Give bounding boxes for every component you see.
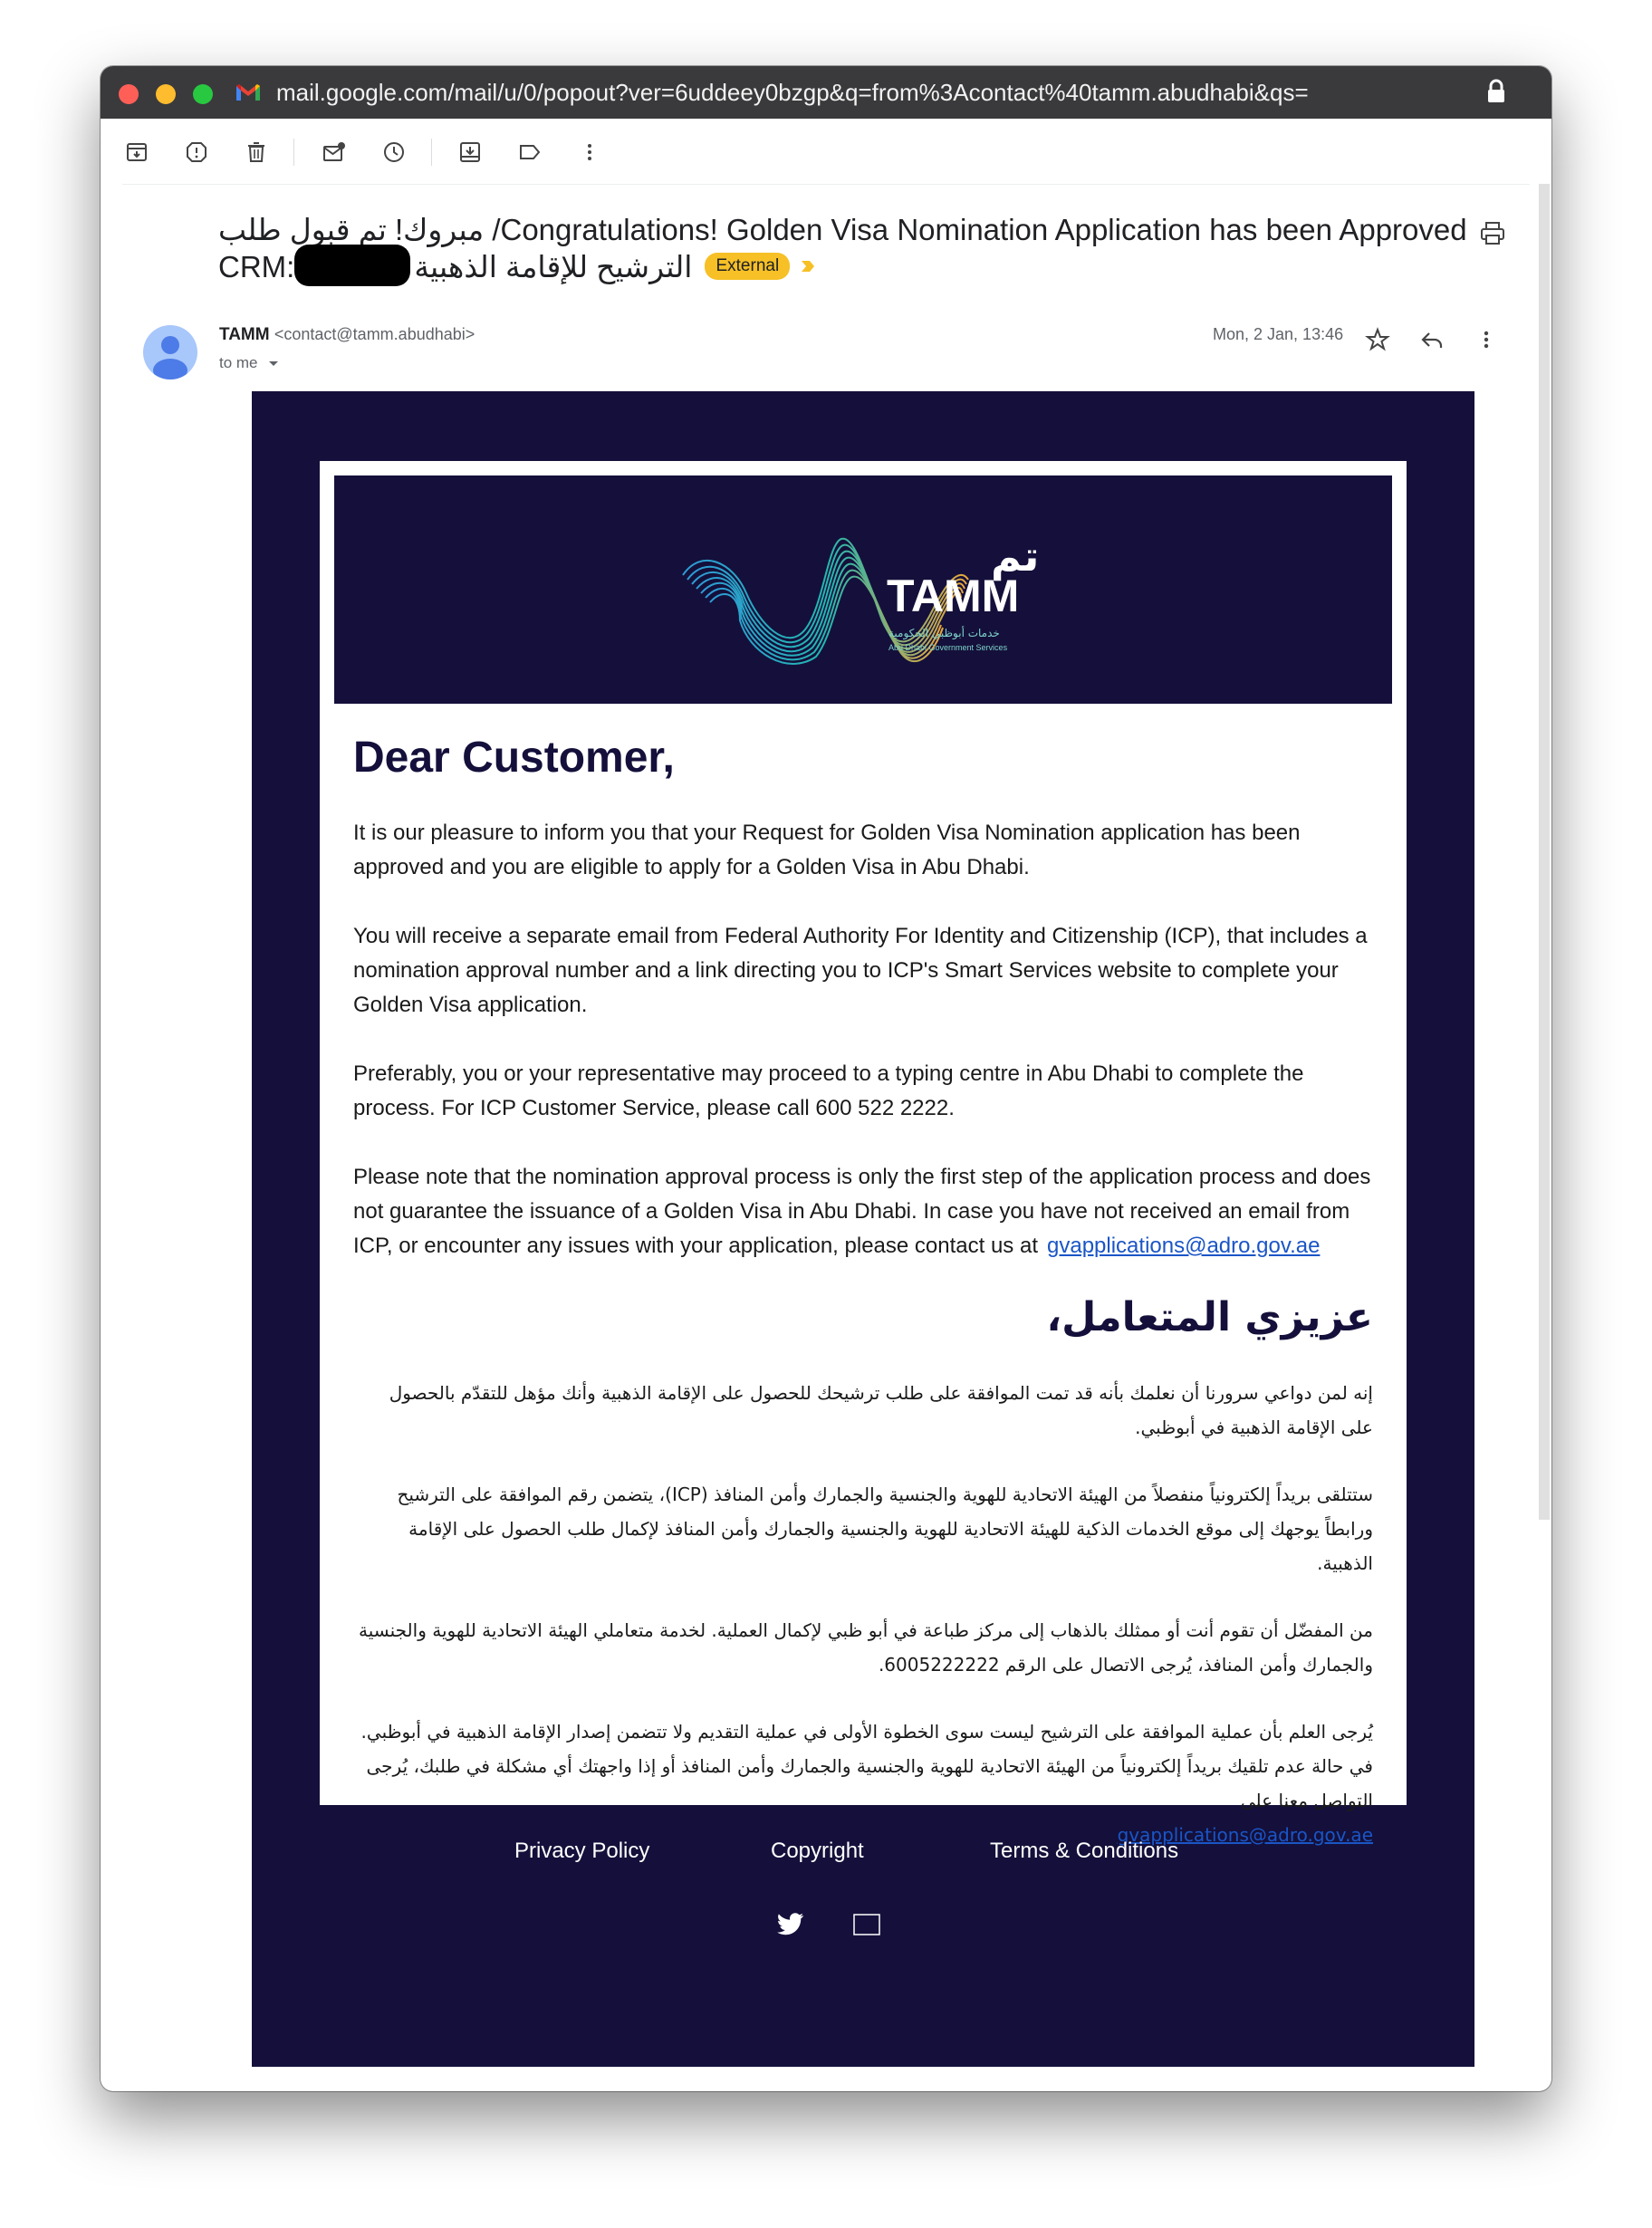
subject-line: مبروك! تم قبول طلب /Congratulations! Gol… [218, 213, 1467, 246]
toolbar-separator [431, 139, 432, 166]
terms-link[interactable]: Terms & Conditions [990, 1839, 1178, 1864]
address-bar[interactable]: mail.google.com/mail/u/0/popout?ver=6udd… [276, 79, 1463, 106]
avatar[interactable] [143, 325, 197, 379]
message-date: Mon, 2 Jan, 13:46 [1213, 325, 1344, 343]
lock-icon [1488, 79, 1504, 102]
browser-window: mail.google.com/mail/u/0/popout?ver=6udd… [101, 66, 1551, 2091]
toolbar-divider [122, 184, 1530, 185]
snooze-icon[interactable] [382, 140, 406, 164]
logo-arabic-tagline: خدمات أبوظبي الحكومية [888, 626, 1000, 640]
report-spam-icon[interactable] [185, 140, 208, 164]
sender-name[interactable]: TAMM [219, 325, 270, 344]
print-icon[interactable] [1479, 220, 1506, 247]
paragraph-typing-centre: Preferably, you or your representative m… [353, 1061, 1304, 1120]
archive-icon[interactable] [125, 140, 149, 164]
mail-toolbar [101, 119, 1551, 184]
sender-info: TAMM <contact@tamm.abudhabi> [219, 325, 475, 345]
email-content: Dear Customer, It is our pleasure to inf… [353, 733, 1373, 1885]
label-icon[interactable] [518, 140, 542, 164]
arabic-paragraph-typing-centre: من المفضّل أن تقوم أنت أو ممثلك بالذهاب … [359, 1619, 1373, 1676]
external-badge[interactable]: External [705, 253, 791, 281]
reply-icon[interactable] [1419, 327, 1445, 352]
title-bar: mail.google.com/mail/u/0/popout?ver=6udd… [101, 66, 1551, 119]
subject-arabic-part: الترشيح للإقامة الذهبية [414, 250, 693, 283]
broken-image-icon[interactable] [853, 1913, 880, 1936]
privacy-policy-link[interactable]: Privacy Policy [514, 1839, 649, 1864]
arabic-note-text: يُرجى العلم بأن عملية الموافقة على الترش… [360, 1721, 1373, 1811]
tamm-logo: تم TAMM خدمات أبوظبي الحكومية Abu Dhabi … [682, 532, 1039, 665]
email-card: تم TAMM خدمات أبوظبي الحكومية Abu Dhabi … [320, 461, 1407, 1846]
twitter-icon[interactable] [777, 1913, 804, 1936]
logo-tagline: Abu Dhabi Government Services [888, 643, 1008, 652]
subject-heading: مبروك! تم قبول طلب /Congratulations! Gol… [218, 211, 1532, 287]
sender-address: <contact@tamm.abudhabi> [274, 325, 475, 343]
mark-unread-icon[interactable] [322, 140, 346, 164]
paragraph-note: Please note that the nomination approval… [353, 1160, 1373, 1263]
minimize-window-button[interactable] [156, 84, 176, 104]
important-marker-icon[interactable] [799, 257, 817, 275]
paragraph-approval: It is our pleasure to inform you that yo… [353, 821, 1301, 879]
recipient-dropdown[interactable]: to me [219, 354, 280, 372]
email-link[interactable]: gvapplications@adro.gov.ae [1047, 1234, 1320, 1258]
recipient-label: to me [219, 354, 258, 371]
toolbar-separator [293, 139, 294, 166]
arabic-paragraph-note: يُرجى العلم بأن عملية الموافقة على الترش… [353, 1714, 1373, 1852]
copyright-link[interactable]: Copyright [771, 1839, 864, 1864]
gmail-icon [236, 84, 260, 101]
scrollbar[interactable] [1539, 184, 1550, 1520]
arabic-paragraph-icp-email: ستتلقى بريداً إلكترونياً منفصلاً من الهي… [397, 1484, 1373, 1574]
subject-crm-prefix: CRM: [218, 250, 295, 283]
logo-name: TAMM [887, 571, 1019, 621]
redacted-crm-number [294, 245, 411, 287]
star-icon[interactable] [1365, 327, 1390, 352]
email-body: تم TAMM خدمات أبوظبي الحكومية Abu Dhabi … [252, 391, 1474, 2067]
arabic-paragraph-approval: إنه لمن دواعي سرورنا أن نعلمك بأنه قد تم… [389, 1382, 1373, 1438]
footer-links: Privacy Policy Copyright Terms & Conditi… [252, 1839, 1474, 1875]
chevron-down-icon [269, 361, 279, 366]
more-options-icon[interactable] [1474, 327, 1499, 352]
person-icon [153, 336, 187, 379]
more-icon[interactable] [578, 140, 601, 164]
greeting: Dear Customer, [353, 734, 675, 782]
paragraph-icp-email: You will receive a separate email from F… [353, 924, 1368, 1017]
tamm-banner: تم TAMM خدمات أبوظبي الحكومية Abu Dhabi … [334, 475, 1392, 704]
delete-icon[interactable] [245, 140, 268, 164]
arabic-greeting: عزيزي المتعامل، [1046, 1294, 1373, 1340]
close-window-button[interactable] [119, 84, 139, 104]
move-to-icon[interactable] [458, 140, 482, 164]
zoom-window-button[interactable] [193, 84, 213, 104]
